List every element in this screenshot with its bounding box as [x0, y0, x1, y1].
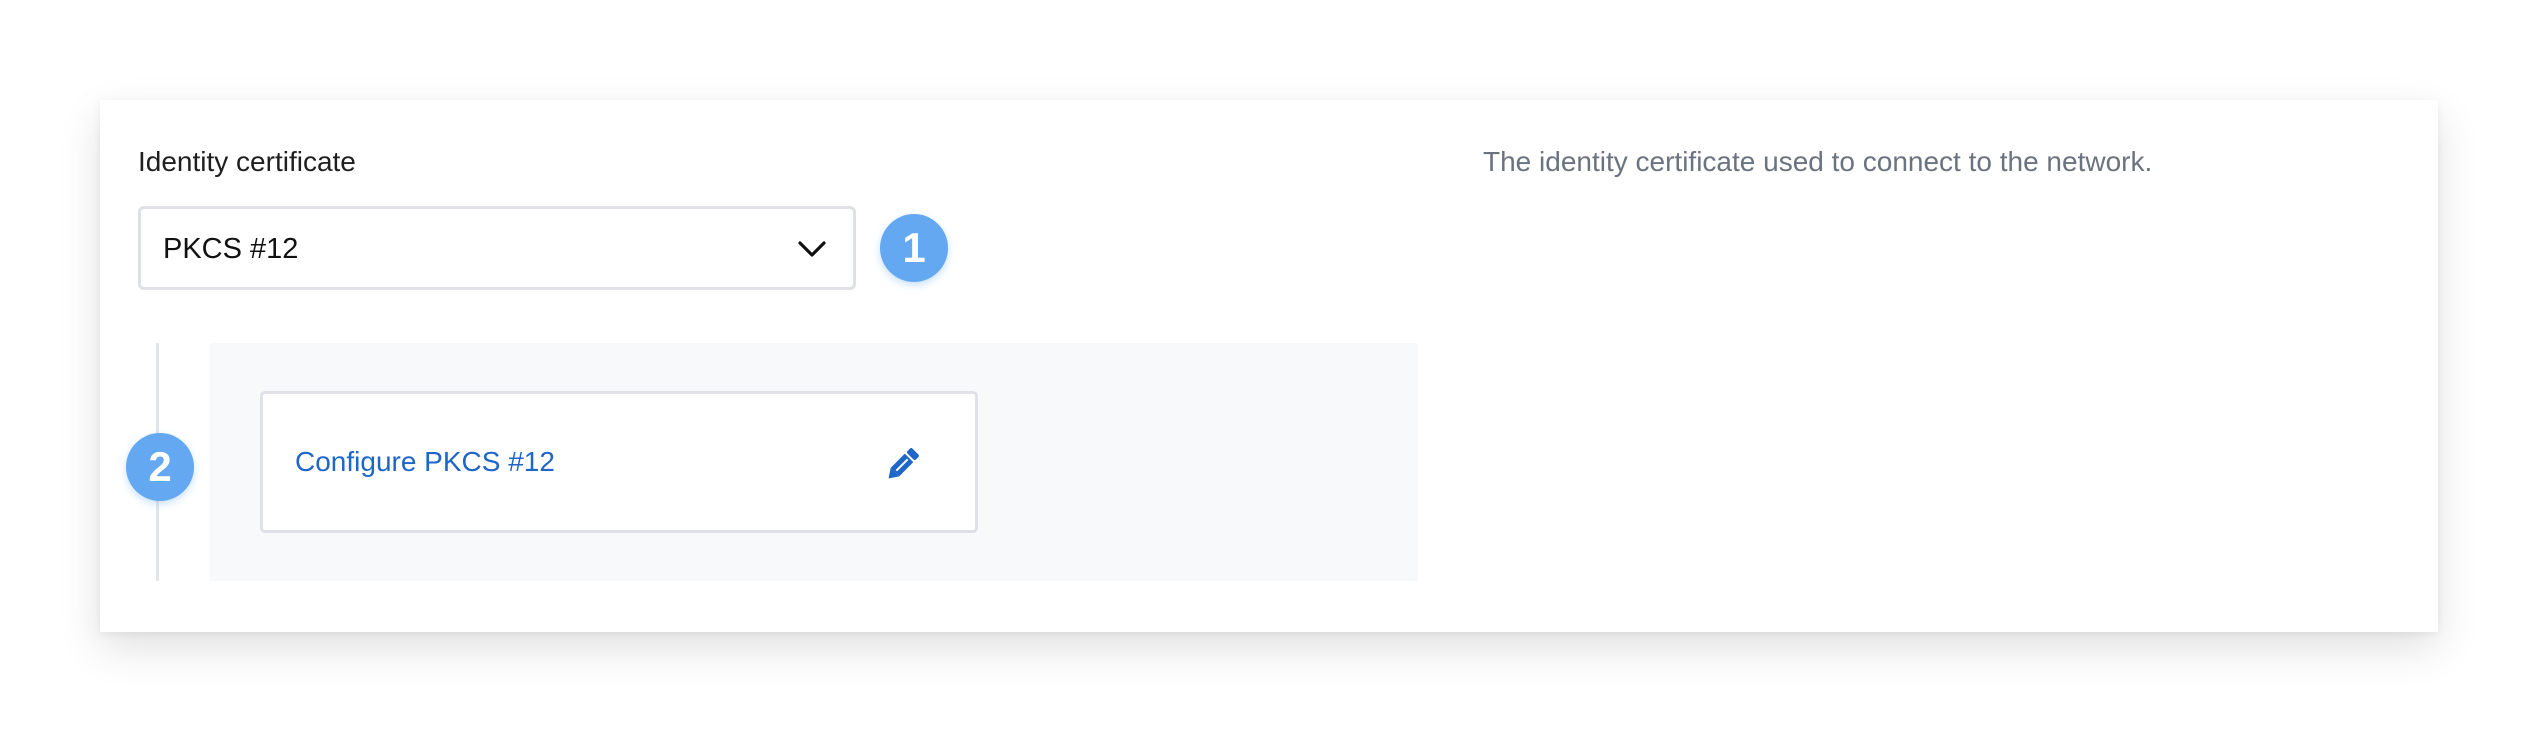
- identity-certificate-select[interactable]: PKCS #12: [138, 206, 856, 290]
- step-badge-2: 2: [126, 433, 194, 501]
- identity-certificate-label: Identity certificate: [138, 146, 356, 177]
- configure-pkcs12-row[interactable]: Configure PKCS #12: [260, 391, 978, 533]
- chevron-down-icon: [798, 241, 826, 257]
- pencil-icon[interactable]: [881, 444, 923, 486]
- field-description: The identity certificate used to connect…: [1483, 146, 2153, 177]
- nested-config-panel: Configure PKCS #12: [210, 343, 1418, 581]
- settings-card: Identity certificate The identity certif…: [100, 100, 2438, 632]
- select-value: PKCS #12: [163, 233, 299, 265]
- configure-pkcs12-link[interactable]: Configure PKCS #12: [295, 444, 555, 480]
- step-badge-1: 1: [880, 214, 948, 282]
